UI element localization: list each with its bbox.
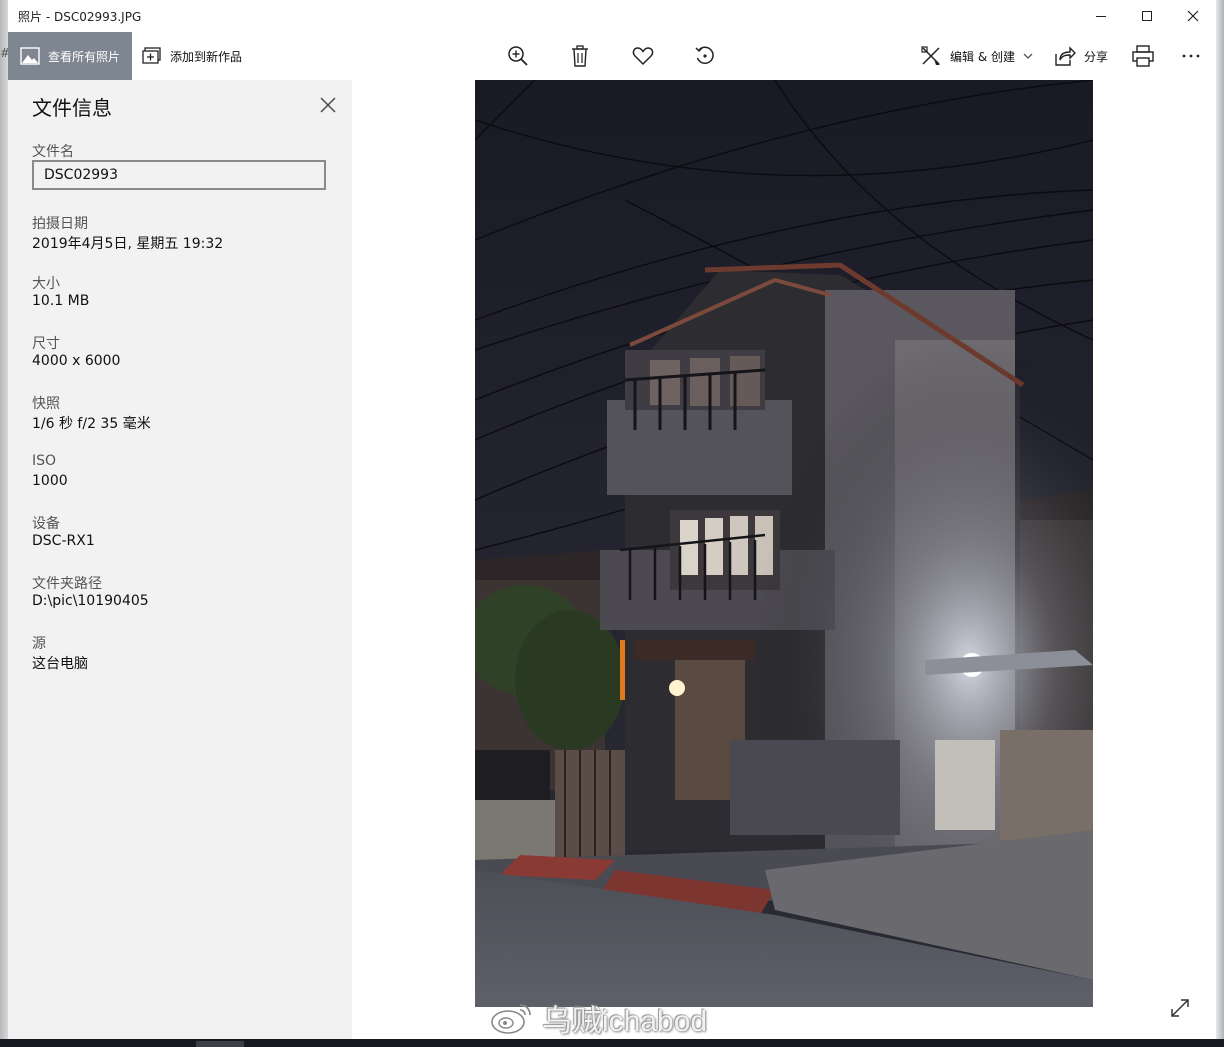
date-taken-label: 拍摄日期 (32, 216, 88, 232)
source-value: 这台电脑 (32, 656, 88, 672)
view-all-photos-button[interactable]: 查看所有照片 (8, 32, 132, 80)
edit-and-create-menu[interactable]: 编辑 & 创建 (920, 32, 1033, 80)
zoom-in-button[interactable] (503, 41, 533, 71)
snapshot-label: 快照 (32, 396, 60, 412)
toolbar: 查看所有照片 添加到新作品 编辑 & 创建 分享 (8, 32, 1216, 80)
window-right-border (1216, 0, 1224, 1047)
source-label: 源 (32, 636, 46, 652)
taskbar-strip (0, 1039, 1224, 1047)
file-info-panel: 文件信息 文件名 拍摄日期 2019年4月5日, 星期五 19:32 大小 10… (8, 80, 352, 1039)
filename-field[interactable] (32, 160, 326, 190)
size-label: 大小 (32, 276, 60, 292)
minimize-icon (1096, 16, 1106, 17)
maximize-button[interactable] (1124, 0, 1170, 32)
more-icon (1182, 54, 1200, 58)
share-button[interactable]: 分享 (1054, 32, 1108, 80)
share-icon (1055, 46, 1076, 66)
taskbar-highlight (196, 1041, 244, 1047)
add-to-creation-label: 添加到新作品 (170, 49, 243, 64)
edit-create-label: 编辑 & 创建 (950, 49, 1015, 64)
window-left-border (0, 0, 8, 1047)
delete-button[interactable] (565, 41, 595, 71)
rotate-button[interactable] (690, 41, 720, 71)
size-value: 10.1 MB (32, 293, 90, 309)
view-all-photos-label: 查看所有照片 (48, 49, 121, 64)
dimensions-value: 4000 x 6000 (32, 353, 121, 369)
zoom-in-icon (508, 46, 528, 66)
print-button[interactable] (1128, 41, 1158, 71)
more-options-button[interactable] (1176, 41, 1206, 71)
date-taken-value: 2019年4月5日, 星期五 19:32 (32, 236, 224, 252)
photo-viewer (352, 80, 1216, 1039)
device-value: DSC-RX1 (32, 533, 95, 549)
maximize-icon (1142, 11, 1152, 21)
close-window-button[interactable] (1170, 0, 1216, 32)
favorite-button[interactable] (628, 41, 658, 71)
window-title: 照片 - DSC02993.JPG (18, 10, 142, 24)
watermark: 乌贼ichabod (490, 1000, 707, 1038)
iso-label: ISO (32, 453, 57, 469)
night-house-photo (475, 80, 1093, 1007)
photos-app-window: # 照片 - DSC02993.JPG 查看所有照片 添加到新作品 编辑 & 创… (0, 0, 1224, 1047)
panel-title: 文件信息 (32, 96, 112, 120)
background-edge-text: # (0, 46, 11, 60)
print-icon (1132, 45, 1154, 67)
filename-label: 文件名 (32, 144, 74, 160)
device-label: 设备 (32, 516, 60, 532)
snapshot-value: 1/6 秒 f/2 35 毫米 (32, 416, 151, 432)
fullscreen-button[interactable] (1168, 996, 1192, 1020)
close-panel-button[interactable] (318, 95, 338, 115)
add-to-creation-button[interactable]: 添加到新作品 (142, 32, 242, 80)
watermark-text: 乌贼ichabod (542, 1005, 708, 1038)
folder-path-value: D:\pic\10190405 (32, 593, 149, 609)
weibo-logo-icon (491, 1004, 531, 1034)
title-bar: 照片 - DSC02993.JPG (8, 0, 1216, 32)
photo-gallery-icon (20, 47, 40, 65)
minimize-button[interactable] (1078, 0, 1124, 32)
share-label: 分享 (1084, 49, 1109, 64)
iso-value: 1000 (32, 473, 68, 489)
favorite-heart-icon (632, 47, 654, 66)
folder-path-label: 文件夹路径 (32, 576, 102, 592)
edit-create-icon (921, 46, 940, 65)
photo-image[interactable] (475, 80, 1093, 1007)
chevron-down-icon (1023, 53, 1033, 59)
dimensions-label: 尺寸 (32, 336, 60, 352)
add-creation-icon (142, 47, 161, 64)
rotate-icon (695, 46, 714, 65)
close-icon (1187, 10, 1199, 22)
delete-icon (572, 45, 588, 67)
